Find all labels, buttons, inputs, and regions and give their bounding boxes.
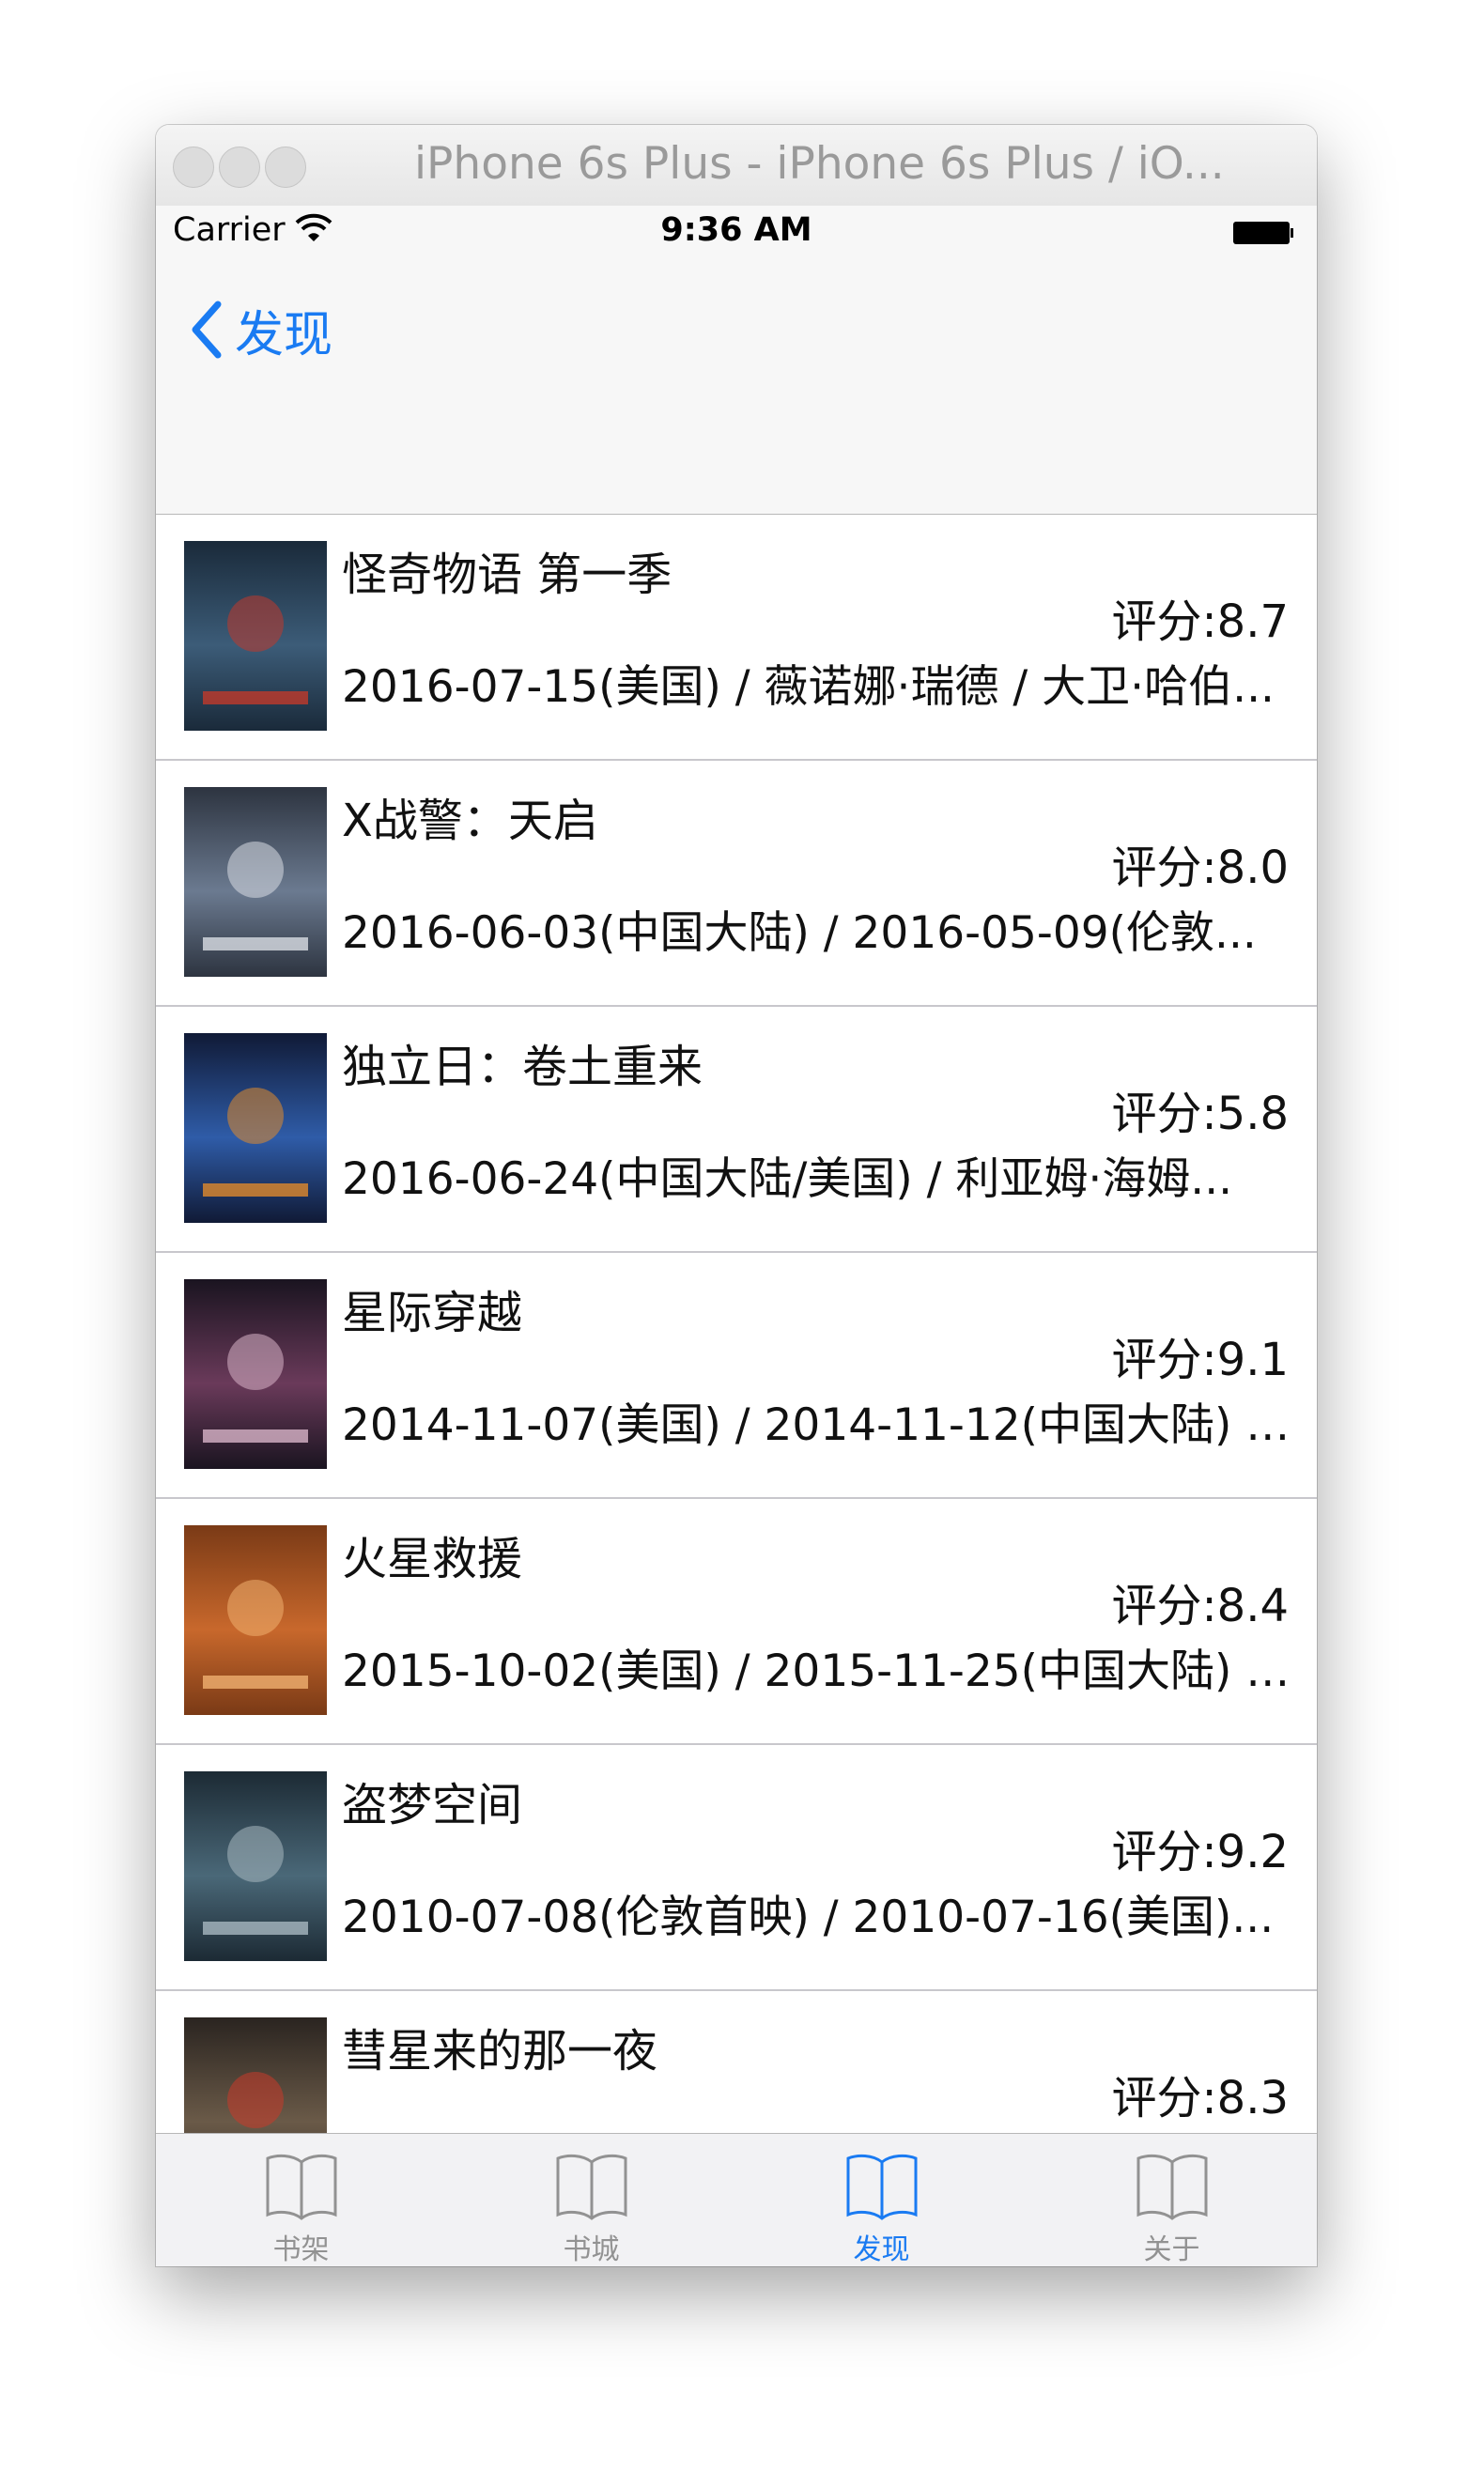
poster-image <box>184 1033 327 1223</box>
movie-row[interactable]: 怪奇物语 第一季评分:8.7 2016-07-15(美国) / 薇诺娜·瑞德 / … <box>156 515 1317 761</box>
movie-row[interactable]: 独立日：卷土重来评分:5.8 2016-06-24(中国大陆/美国) / 利亚姆·… <box>156 1007 1317 1253</box>
tab-label: 关于 <box>1143 2233 1200 2266</box>
movie-list[interactable]: 怪奇物语 第一季评分:8.7 2016-07-15(美国) / 薇诺娜·瑞德 / … <box>156 515 1317 2266</box>
window-titlebar: iPhone 6s Plus - iPhone 6s Plus / iO... <box>156 125 1317 207</box>
movie-row[interactable]: 盗梦空间评分:9.2 2010-07-08(伦敦首映) / 2010-07-16(… <box>156 1745 1317 1991</box>
tab-2[interactable]: 书城 <box>446 2134 736 2266</box>
tab-3[interactable]: 发现 <box>736 2134 1027 2266</box>
chevron-left-icon <box>192 301 222 359</box>
movie-poster <box>184 1525 327 1715</box>
movie-rating: 评分:8.7 <box>1111 595 1289 648</box>
tab-label: 书城 <box>563 2233 620 2266</box>
movie-rating: 评分:9.1 <box>1111 1334 1289 1386</box>
movie-info: 2015-10-02(美国) / 2015-11-25(中国大陆) /... <box>342 1645 1291 1697</box>
status-bar: Carrier 9:36 AM <box>156 206 1317 253</box>
window-title: iPhone 6s Plus - iPhone 6s Plus / iO... <box>414 138 1225 190</box>
movie-info: 2016-07-15(美国) / 薇诺娜·瑞德 / 大卫·哈伯... <box>342 661 1275 713</box>
movie-poster <box>184 1033 327 1223</box>
movie-rating: 评分:9.2 <box>1111 1826 1289 1878</box>
simulator-window: iPhone 6s Plus - iPhone 6s Plus / iO... … <box>156 125 1317 2266</box>
book-icon <box>266 2154 336 2220</box>
poster-image <box>184 1771 327 1961</box>
movie-rating: 评分:8.0 <box>1111 842 1289 894</box>
tab-4[interactable]: 关于 <box>1027 2134 1317 2266</box>
movie-info: 2016-06-03(中国大陆) / 2016-05-09(伦敦... <box>342 907 1257 959</box>
poster-image <box>184 541 327 731</box>
back-button-label: 发现 <box>235 306 333 363</box>
close-window-button[interactable] <box>173 147 214 188</box>
tab-bar: 书架 书城 发现 关于 <box>156 2133 1317 2266</box>
zoom-window-button[interactable] <box>265 147 306 188</box>
battery-icon <box>1233 222 1293 244</box>
movie-poster <box>184 541 327 731</box>
movie-row[interactable]: 星际穿越评分:9.1 2014-11-07(美国) / 2014-11-12(中国… <box>156 1253 1317 1499</box>
movie-poster <box>184 1771 327 1961</box>
book-icon <box>556 2154 626 2220</box>
tab-label: 发现 <box>853 2233 910 2266</box>
book-icon <box>846 2154 917 2220</box>
minimize-window-button[interactable] <box>219 147 260 188</box>
movie-title: 彗星来的那一夜 <box>342 2025 658 2078</box>
tab-1[interactable]: 书架 <box>156 2134 446 2266</box>
movie-info: 2010-07-08(伦敦首映) / 2010-07-16(美国)... <box>342 1892 1275 1943</box>
movie-title: 怪奇物语 第一季 <box>342 548 672 601</box>
movie-info: 2014-11-07(美国) / 2014-11-12(中国大陆) /... <box>342 1399 1291 1451</box>
movie-poster <box>184 787 327 977</box>
movie-title: X战警：天启 <box>342 795 598 847</box>
movie-poster <box>184 1279 327 1469</box>
movie-info: 2016-06-24(中国大陆/美国) / 利亚姆·海姆... <box>342 1153 1233 1205</box>
tab-label: 书架 <box>272 2233 330 2266</box>
movie-row[interactable]: 火星救援评分:8.4 2015-10-02(美国) / 2015-11-25(中国… <box>156 1499 1317 1745</box>
movie-title: 独立日：卷土重来 <box>342 1041 703 1093</box>
movie-title: 盗梦空间 <box>342 1779 523 1831</box>
poster-image <box>184 787 327 977</box>
back-button[interactable]: 发现 <box>190 292 332 367</box>
movie-rating: 评分:8.3 <box>1111 2072 1289 2124</box>
clock-label: 9:36 AM <box>660 211 812 249</box>
movie-rating: 评分:8.4 <box>1111 1580 1289 1632</box>
movie-title: 星际穿越 <box>342 1287 523 1339</box>
movie-row[interactable]: X战警：天启评分:8.0 2016-06-03(中国大陆) / 2016-05-0… <box>156 761 1317 1007</box>
poster-image <box>184 1525 327 1715</box>
movie-rating: 评分:5.8 <box>1111 1088 1289 1140</box>
movie-title: 火星救援 <box>342 1533 523 1585</box>
book-icon <box>1136 2154 1207 2220</box>
poster-image <box>184 1279 327 1469</box>
